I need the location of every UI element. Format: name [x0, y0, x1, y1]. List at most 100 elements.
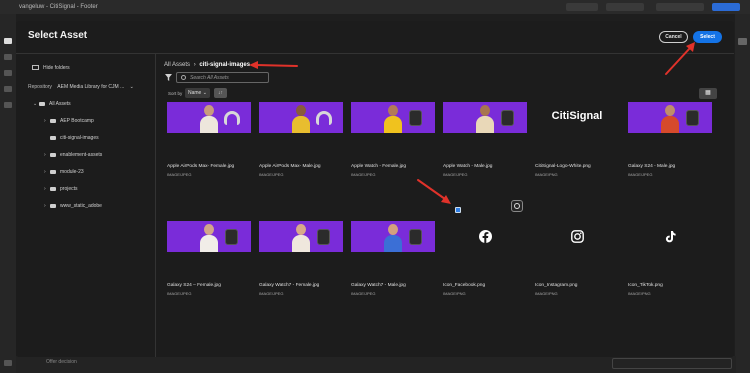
asset-card[interactable]: Apple Watch - Male.jpg IMAGE/JPEG	[443, 102, 527, 177]
bottom-input[interactable]	[612, 358, 732, 369]
asset-thumbnail	[167, 102, 251, 133]
asset-type: IMAGE/PNG	[628, 291, 651, 296]
asset-card[interactable]: Apple Watch - Female.jpg IMAGE/JPEG	[351, 102, 435, 177]
folder-icon	[50, 135, 56, 140]
asset-name: Apple Watch - Male.jpg	[443, 164, 493, 169]
person-figure	[292, 224, 310, 252]
person-figure	[384, 105, 402, 133]
folder-icon	[50, 203, 56, 208]
sort-select[interactable]: Name ⌄	[185, 88, 210, 98]
panel-toggle-icon[interactable]	[738, 38, 747, 45]
asset-name: Icon_TikTok.png	[628, 283, 663, 288]
tree-item-enablement-assets[interactable]: › enablement-assets	[44, 152, 102, 158]
asset-type: IMAGE/JPEG	[443, 172, 468, 177]
breadcrumb: All Assets › citi-signal-images	[164, 62, 250, 68]
asset-card[interactable]: Icon_Instagram.png IMAGE/PNG	[535, 221, 619, 296]
select-button[interactable]: Select	[693, 31, 722, 43]
search-icon	[181, 75, 186, 80]
asset-thumbnail	[628, 221, 712, 252]
asset-thumbnail	[351, 221, 435, 252]
asset-name: Icon_Instagram.png	[535, 283, 578, 288]
grid-view-icon: ▦	[705, 90, 711, 96]
watch-icon	[409, 110, 422, 126]
search-input[interactable]: Search All Assets	[176, 72, 269, 83]
headphones-icon	[224, 111, 240, 125]
tree-item-all-assets[interactable]: ⌄ All Assets	[33, 101, 71, 107]
person-figure	[200, 105, 218, 133]
layers-icon[interactable]	[4, 70, 12, 76]
structure-icon[interactable]	[4, 54, 12, 60]
asset-thumbnail: CitiSignal	[535, 102, 619, 133]
asset-type: IMAGE/JPEG	[167, 172, 192, 177]
asset-type: IMAGE/JPEG	[167, 291, 192, 296]
asset-info-button[interactable]	[511, 200, 523, 212]
asset-card[interactable]: Galaxy S24 – Female.jpg IMAGE/JPEG	[167, 221, 251, 296]
hide-folders-button[interactable]: Hide folders	[32, 65, 70, 71]
asset-thumbnail	[443, 221, 527, 252]
asset-type: IMAGE/PNG	[535, 172, 558, 177]
watch-icon	[501, 110, 514, 126]
asset-type: IMAGE/PNG	[535, 291, 558, 296]
asset-card[interactable]: Icon_TikTok.png IMAGE/PNG	[628, 221, 712, 296]
cancel-button[interactable]: Cancel	[659, 31, 688, 43]
asset-name: CitiSignal-Logo-White.png	[535, 164, 591, 169]
asset-card[interactable]: Apple AirPods Max- Female.jpg IMAGE/JPEG	[167, 102, 251, 177]
asset-name: Galaxy Watch7 - Female.jpg	[259, 283, 320, 288]
asset-name: Apple AirPods Max- Female.jpg	[167, 164, 235, 169]
chevron-down-icon: ⌄	[129, 84, 134, 90]
repository-picker[interactable]: Repository AEM Media Library for CJM ...…	[28, 84, 134, 90]
tree-item-module-23[interactable]: › module-23	[44, 169, 84, 175]
topbar-device-toggle[interactable]	[606, 3, 644, 11]
asset-name: Galaxy S24 - Male.jpg	[628, 164, 676, 169]
asset-card[interactable]: Icon_Facebook.png IMAGE/PNG	[443, 221, 527, 296]
offer-decision-field[interactable]: Offer decision	[46, 359, 77, 365]
person-figure	[384, 224, 402, 252]
breadcrumb-root[interactable]: All Assets	[164, 62, 190, 68]
repository-label: Repository	[28, 84, 52, 90]
person-figure	[476, 105, 494, 133]
asset-card[interactable]: CitiSignal CitiSignal-Logo-White.png IMA…	[535, 102, 619, 177]
modal-title: Select Asset	[28, 30, 88, 41]
asset-thumbnail	[628, 102, 712, 133]
asset-select-checkbox[interactable]	[455, 207, 461, 213]
phone-icon	[225, 229, 238, 245]
breadcrumb-separator: ›	[193, 62, 196, 68]
sort-direction-button[interactable]: ↓↑	[214, 88, 227, 98]
tree-item-projects[interactable]: › projects	[44, 186, 78, 192]
topbar-control[interactable]	[566, 3, 598, 11]
info-icon	[514, 203, 520, 209]
asset-name: Galaxy S24 – Female.jpg	[167, 283, 221, 288]
asset-card[interactable]: Galaxy S24 - Male.jpg IMAGE/JPEG	[628, 102, 712, 177]
asset-card[interactable]: Apple AirPods Max- Male.jpg IMAGE/JPEG	[259, 102, 343, 177]
watch-icon	[317, 229, 330, 245]
left-rail	[0, 14, 16, 373]
asset-name: Apple AirPods Max- Male.jpg	[259, 164, 321, 169]
grid-icon[interactable]	[4, 102, 12, 108]
asset-thumbnail	[259, 102, 343, 133]
tree-item-www-static-adobe[interactable]: › www_static_adobe	[44, 203, 102, 209]
asset-type: IMAGE/JPEG	[351, 172, 376, 177]
asset-card[interactable]: Galaxy Watch7 - Female.jpg IMAGE/JPEG	[259, 221, 343, 296]
headphones-icon	[316, 111, 332, 125]
add-icon[interactable]	[4, 38, 12, 44]
filter-icon[interactable]	[165, 74, 172, 81]
topbar-more-button[interactable]	[656, 3, 704, 11]
tiktok-icon	[665, 231, 676, 243]
folder-icon	[50, 118, 56, 123]
search-placeholder: Search All Assets	[190, 75, 229, 81]
watch-icon	[409, 229, 422, 245]
asset-thumbnail	[351, 102, 435, 133]
link-icon[interactable]	[4, 86, 12, 92]
settings-icon[interactable]	[4, 360, 12, 366]
view-toggle-button[interactable]: ▦	[699, 88, 717, 99]
instagram-icon	[571, 230, 584, 243]
asset-card[interactable]: Galaxy Watch7 - Male.jpg IMAGE/JPEG	[351, 221, 435, 296]
asset-thumbnail	[443, 102, 527, 133]
topbar-primary-button[interactable]	[712, 3, 740, 11]
folder-icon	[50, 169, 56, 174]
folder-icon	[50, 152, 56, 157]
tree-item-citi-signal-images[interactable]: citi-signal-images	[50, 135, 99, 141]
tree-item-aep-bootcamp[interactable]: › AEP Bootcamp	[44, 118, 94, 124]
breadcrumb-current: citi-signal-images	[199, 62, 251, 68]
citisignal-logo: CitiSignal	[551, 110, 603, 122]
